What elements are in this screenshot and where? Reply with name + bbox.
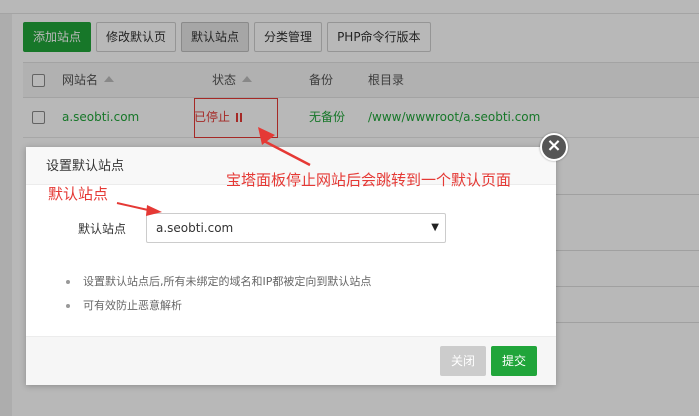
submit-button[interactable]: 提交 bbox=[491, 346, 537, 376]
tips-list: 设置默认站点后,所有未绑定的域名和IP都被定向到默认站点 可有效防止恶意解析 bbox=[66, 270, 371, 318]
dialog-footer: 关闭 提交 bbox=[26, 336, 556, 385]
chevron-down-icon: ▼ bbox=[431, 222, 439, 233]
close-button[interactable]: 关闭 bbox=[440, 346, 486, 376]
dialog-title: 设置默认站点 bbox=[46, 159, 125, 174]
annotation-default-site-text: 默认站点 bbox=[48, 185, 109, 203]
default-site-select[interactable]: a.seobti.com ▼ bbox=[146, 213, 446, 243]
tip-item: 设置默认站点后,所有未绑定的域名和IP都被定向到默认站点 bbox=[66, 270, 371, 294]
default-site-label: 默认站点 bbox=[78, 222, 127, 236]
tip-item: 可有效防止恶意解析 bbox=[66, 294, 371, 318]
annotation-main-text: 宝塔面板停止网站后会跳转到一个默认页面 bbox=[226, 171, 512, 189]
selected-site-value: a.seobti.com bbox=[156, 221, 234, 235]
close-icon[interactable]: × bbox=[540, 133, 568, 161]
